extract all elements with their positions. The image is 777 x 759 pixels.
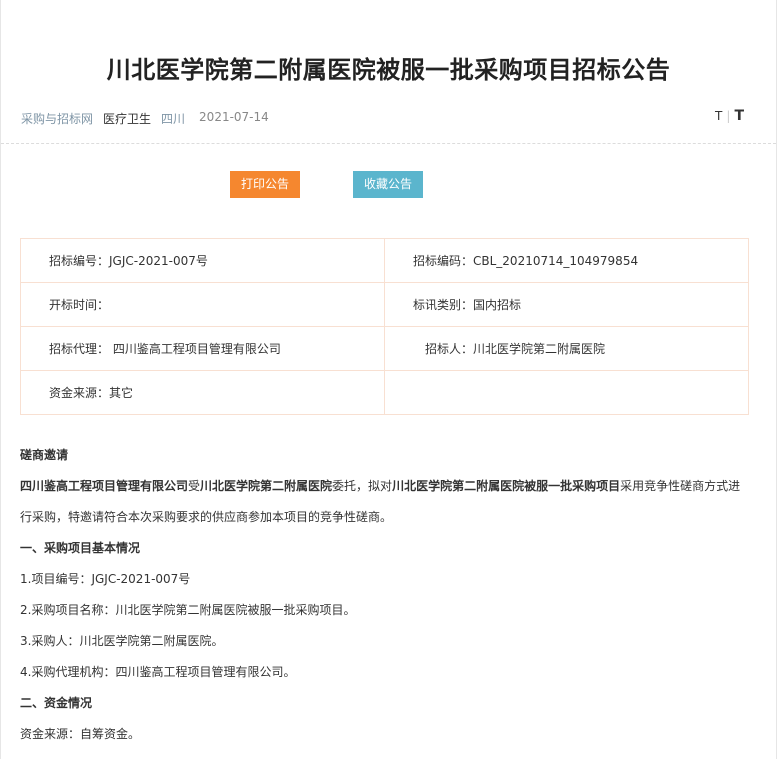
intro-paragraph: 四川鉴高工程项目管理有限公司受川北医学院第二附属医院委托，拟对川北医学院第二附属…	[20, 471, 750, 502]
section-heading: 磋商邀请	[20, 448, 69, 462]
bid-number-cell: 招标编号：JGJC-2021-007号	[20, 238, 385, 283]
tenderer-cell: 招标人：川北医学院第二附属医院	[384, 326, 749, 371]
list-item: 3.采购人：川北医学院第二附属医院。	[20, 634, 224, 648]
table-row: 资金来源：其它	[20, 370, 749, 415]
meta-bar: 采购与招标网 医疗卫生 四川 2021-07-14	[21, 110, 269, 127]
publish-date: 2021-07-14	[199, 110, 269, 124]
region-link[interactable]: 四川	[161, 110, 185, 127]
table-row: 开标时间： 标讯类别：国内招标	[20, 282, 749, 327]
client-name: 川北医学院第二附属医院	[200, 479, 333, 493]
list-item: 1.项目编号：JGJC-2021-007号	[20, 572, 191, 586]
agent-cell: 招标代理： 四川鉴高工程项目管理有限公司	[20, 326, 385, 371]
favorite-button[interactable]: 收藏公告	[353, 171, 423, 198]
list-item: 4.采购代理机构：四川鉴高工程项目管理有限公司。	[20, 665, 296, 679]
dashed-divider	[1, 143, 776, 144]
font-size-switcher: T | T	[715, 108, 744, 124]
list-item: 2.采购项目名称：川北医学院第二附属医院被服一批采购项目。	[20, 603, 356, 617]
bid-info-table: 招标编号：JGJC-2021-007号 招标编码：CBL_20210714_10…	[20, 238, 749, 415]
font-small-button[interactable]: T	[715, 109, 722, 123]
print-button[interactable]: 打印公告	[230, 171, 300, 198]
announcement-page: 川北医学院第二附属医院被服一批采购项目招标公告 采购与招标网 医疗卫生 四川 2…	[0, 0, 777, 759]
page-title: 川北医学院第二附属医院被服一批采购项目招标公告	[106, 56, 671, 84]
table-row: 招标代理： 四川鉴高工程项目管理有限公司 招标人：川北医学院第二附属医院	[20, 326, 749, 371]
project-name: 川北医学院第二附属医院被服一批采购项目	[392, 479, 621, 493]
section-heading: 二、资金情况	[20, 696, 93, 710]
section-heading: 一、采购项目基本情况	[20, 541, 141, 555]
table-row: 招标编号：JGJC-2021-007号 招标编码：CBL_20210714_10…	[20, 238, 749, 283]
announcement-body: 磋商邀请 四川鉴高工程项目管理有限公司受川北医学院第二附属医院委托，拟对川北医学…	[20, 440, 750, 750]
intro-paragraph-line2: 行采购，特邀请符合本次采购要求的供应商参加本项目的竞争性磋商。	[20, 510, 393, 524]
empty-cell	[384, 370, 749, 415]
bid-code-cell: 招标编码：CBL_20210714_104979854	[384, 238, 749, 283]
intro-text: 受	[188, 479, 201, 493]
font-large-button[interactable]: T	[734, 108, 744, 124]
industry-tag[interactable]: 医疗卫生	[103, 110, 151, 127]
intro-text: 委托，拟对	[332, 479, 393, 493]
category-cell: 标讯类别：国内招标	[384, 282, 749, 327]
fund-text: 资金来源：自筹资金。	[20, 727, 141, 741]
source-link[interactable]: 采购与招标网	[21, 110, 93, 127]
intro-text: 采用竞争性磋商方式进	[620, 479, 741, 493]
agent-name: 四川鉴高工程项目管理有限公司	[20, 479, 189, 493]
fund-source-cell: 资金来源：其它	[20, 370, 385, 415]
open-time-cell: 开标时间：	[20, 282, 385, 327]
font-size-divider: |	[726, 109, 731, 123]
